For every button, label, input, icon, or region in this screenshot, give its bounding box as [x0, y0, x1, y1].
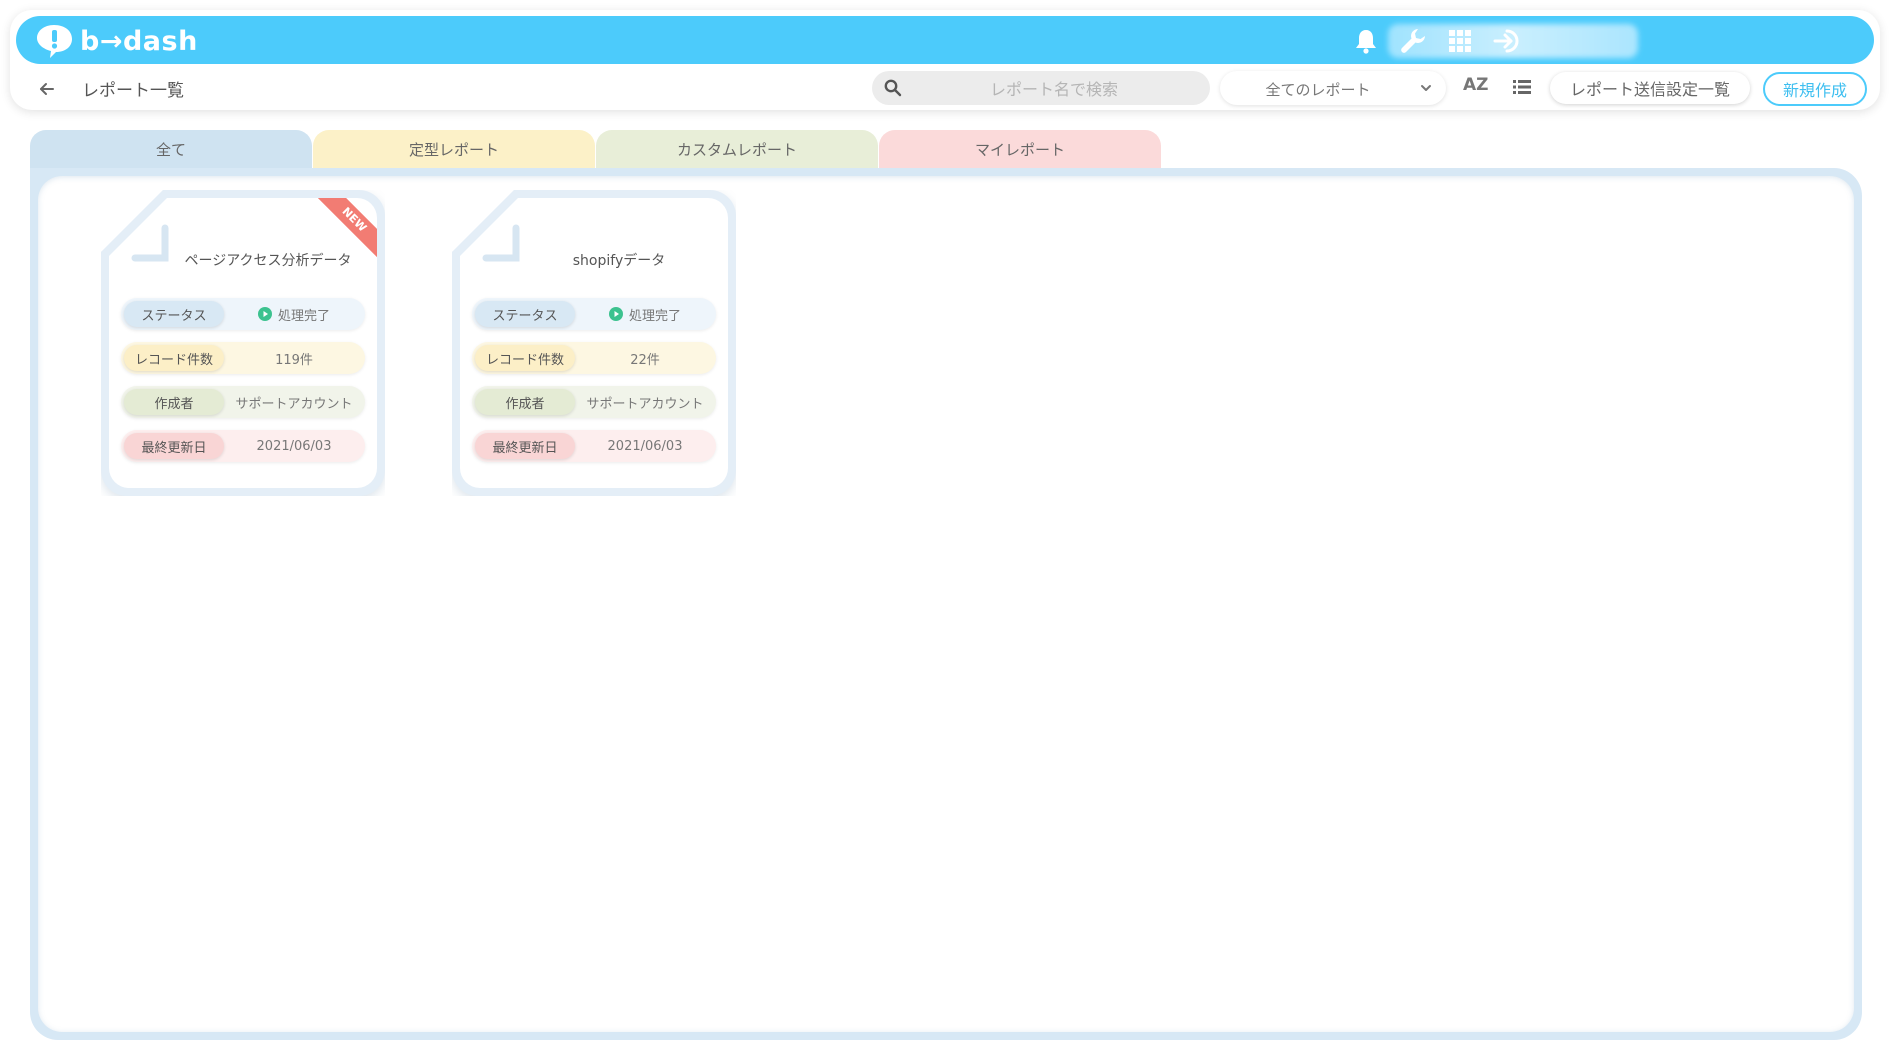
report-card-title: shopifyデータ	[572, 253, 666, 269]
logout-icon[interactable]	[1493, 26, 1523, 56]
records-label: レコード件数	[475, 345, 575, 371]
author-row: 作成者 サポートアカウント	[121, 386, 365, 418]
author-value: サポートアカウント	[586, 396, 704, 412]
status-label: ステータス	[475, 301, 575, 327]
author-row: 作成者 サポートアカウント	[472, 386, 716, 418]
records-row: レコード件数 22件	[472, 342, 716, 374]
status-row: ステータス 処理完了	[121, 298, 365, 330]
updated-label: 最終更新日	[475, 433, 575, 459]
report-filter-select[interactable]: 全てのレポート	[1220, 71, 1446, 105]
report-card[interactable]: ページアクセス分析データ ステータス 処理完了 レコード件数 119件 作成者 …	[101, 190, 385, 496]
status-text: 処理完了	[277, 308, 330, 324]
updated-label: 最終更新日	[124, 433, 224, 459]
records-value: 119件	[275, 352, 313, 368]
search-input[interactable]	[912, 71, 1196, 107]
records-row: レコード件数 119件	[121, 342, 365, 374]
tab-my-reports[interactable]: マイレポート	[879, 130, 1161, 168]
report-filter-value: 全てのレポート	[1265, 81, 1371, 99]
report-card-body: shopifyデータ ステータス 処理完了 レコード件数 22件 作成者 サポー…	[460, 198, 728, 488]
list-view-icon[interactable]	[1513, 79, 1531, 95]
new-badge-text: NEW	[317, 198, 377, 258]
tab-custom-reports[interactable]: カスタムレポート	[596, 130, 878, 168]
updated-value: 2021/06/03	[607, 438, 683, 454]
create-new-button[interactable]: 新規作成	[1763, 72, 1867, 106]
updated-value: 2021/06/03	[256, 438, 332, 454]
app-logo[interactable]: b→dash	[34, 23, 198, 59]
report-card-body: ページアクセス分析データ ステータス 処理完了 レコード件数 119件 作成者 …	[109, 198, 377, 488]
status-label: ステータス	[124, 301, 224, 327]
apps-grid-icon[interactable]	[1445, 26, 1475, 56]
records-value: 22件	[630, 352, 660, 368]
author-value: サポートアカウント	[235, 396, 353, 412]
sort-az-button[interactable]: AZ	[1463, 75, 1488, 95]
back-arrow-icon[interactable]	[36, 78, 58, 100]
logo-text: b→dash	[80, 25, 198, 57]
updated-row: 最終更新日 2021/06/03	[121, 430, 365, 462]
author-label: 作成者	[475, 389, 575, 415]
play-circle-icon	[608, 307, 623, 321]
search-box[interactable]	[872, 71, 1210, 107]
status-text: 処理完了	[628, 308, 681, 324]
bell-icon[interactable]	[1351, 26, 1381, 56]
status-value: 処理完了	[578, 298, 712, 330]
status-value: 処理完了	[227, 298, 361, 330]
tab-fixed-reports[interactable]: 定型レポート	[313, 130, 595, 168]
search-icon	[884, 79, 902, 97]
records-label: レコード件数	[124, 345, 224, 371]
tab-all[interactable]: 全て	[30, 130, 312, 168]
updated-row: 最終更新日 2021/06/03	[472, 430, 716, 462]
top-navbar: b→dash	[16, 16, 1874, 64]
page-title: レポート一覧	[82, 81, 184, 101]
new-badge: NEW	[317, 198, 377, 258]
wrench-icon[interactable]	[1398, 26, 1428, 56]
author-label: 作成者	[124, 389, 224, 415]
report-card[interactable]: shopifyデータ ステータス 処理完了 レコード件数 22件 作成者 サポー…	[452, 190, 736, 496]
report-send-settings-button[interactable]: レポート送信設定一覧	[1550, 72, 1750, 104]
play-circle-icon	[257, 307, 272, 321]
logo-bubble-icon	[37, 25, 72, 58]
status-row: ステータス 処理完了	[472, 298, 716, 330]
chevron-down-icon	[1421, 85, 1431, 91]
